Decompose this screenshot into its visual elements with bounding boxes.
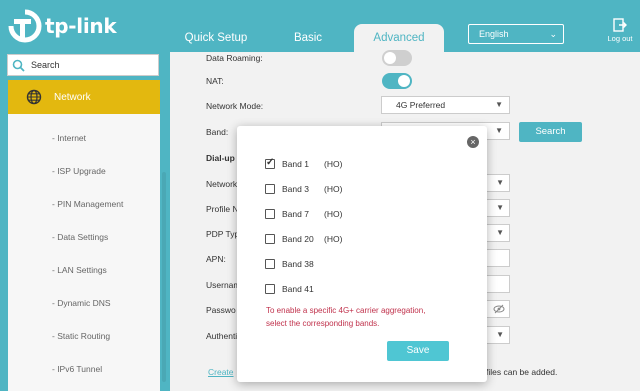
apn-label: APN: xyxy=(206,254,226,264)
band-search-button[interactable]: Search xyxy=(519,122,582,142)
band-option-41[interactable]: Band 41 xyxy=(265,284,324,294)
top-header: tp-link Quick Setup Basic Advanced Engli… xyxy=(0,0,640,52)
band-38-checkbox[interactable] xyxy=(265,259,275,269)
profile-name-label: Profile N xyxy=(206,204,239,214)
sidebar: Search Network - Internet - ISP Upgrade … xyxy=(0,52,170,391)
network-label: Network xyxy=(206,179,238,189)
band-ho-note: (HO) xyxy=(324,209,343,219)
band-selection-dialog: × Band 1 (HO) Band 3 (HO) Band 7 (HO) Ba… xyxy=(237,126,487,382)
chevron-down-icon: ▼ xyxy=(495,100,503,109)
band-ho-note: (HO) xyxy=(324,184,343,194)
chevron-down-icon: ⌄ xyxy=(549,29,557,39)
band-name: Band 7 xyxy=(282,209,309,219)
dialup-section-title: Dial-up xyxy=(206,153,235,163)
sidebar-item-ipv6-tunnel[interactable]: - IPv6 Tunnel xyxy=(52,364,102,374)
network-mode-label: Network Mode: xyxy=(206,101,264,111)
logout-icon xyxy=(613,18,627,32)
sidebar-item-internet[interactable]: - Internet xyxy=(52,133,86,143)
band-20-checkbox[interactable] xyxy=(265,234,275,244)
eye-off-icon[interactable] xyxy=(493,304,505,316)
band-name: Band 1 xyxy=(282,159,309,169)
sidebar-item-data-settings[interactable]: - Data Settings xyxy=(52,232,108,242)
band-7-checkbox[interactable] xyxy=(265,209,275,219)
tab-advanced[interactable]: Advanced xyxy=(354,24,444,52)
sidebar-item-network[interactable]: Network xyxy=(8,80,160,114)
profiles-limit-note: files can be added. xyxy=(486,367,558,377)
password-label: Passwo xyxy=(206,305,236,315)
pdp-type-select[interactable]: ▼ xyxy=(486,224,510,242)
sidebar-scrollbar[interactable] xyxy=(162,172,166,382)
chevron-down-icon: ▼ xyxy=(496,178,504,187)
close-icon[interactable]: × xyxy=(467,136,479,148)
note-line-2: select the corresponding bands. xyxy=(266,319,380,328)
carrier-aggregation-note: To enable a specific 4G+ carrier aggrega… xyxy=(266,304,466,330)
language-value: English xyxy=(479,29,509,39)
authentication-label: Authenti xyxy=(206,331,238,341)
tab-basic[interactable]: Basic xyxy=(286,24,330,52)
network-mode-value: 4G Preferred xyxy=(396,100,446,110)
chevron-down-icon: ▼ xyxy=(496,228,504,237)
band-ho-note: (HO) xyxy=(324,159,343,169)
band-option-3[interactable]: Band 3 (HO) xyxy=(265,184,342,194)
username-label: Usernam xyxy=(206,280,241,290)
network-select[interactable]: ▼ xyxy=(486,174,510,192)
chevron-down-icon: ▼ xyxy=(496,330,504,339)
sidebar-item-dynamic-dns[interactable]: - Dynamic DNS xyxy=(52,298,111,308)
logout-label: Log out xyxy=(607,34,633,43)
pdp-type-label: PDP Typ xyxy=(206,229,240,239)
logout-button[interactable]: Log out xyxy=(602,18,638,43)
data-roaming-label: Data Roaming: xyxy=(206,53,263,63)
band-label: Band: xyxy=(206,127,229,137)
search-placeholder: Search xyxy=(31,60,60,70)
chevron-down-icon: ▼ xyxy=(496,203,504,212)
tab-quick-setup[interactable]: Quick Setup xyxy=(180,24,252,52)
chevron-down-icon: ▼ xyxy=(495,126,503,135)
logo-text: tp-link xyxy=(45,14,117,38)
band-option-7[interactable]: Band 7 (HO) xyxy=(265,209,342,219)
nat-toggle[interactable] xyxy=(382,73,412,89)
band-ho-note: (HO) xyxy=(324,234,343,244)
band-name: Band 41 xyxy=(282,284,314,294)
language-select[interactable]: English ⌄ xyxy=(468,24,564,44)
network-submenu: - Internet - ISP Upgrade - PIN Managemen… xyxy=(8,114,160,391)
band-option-20[interactable]: Band 20 (HO) xyxy=(265,234,342,244)
globe-icon xyxy=(26,89,42,105)
band-option-38[interactable]: Band 38 xyxy=(265,259,324,269)
sidebar-item-pin-management[interactable]: - PIN Management xyxy=(52,199,123,209)
band-41-checkbox[interactable] xyxy=(265,284,275,294)
username-input[interactable] xyxy=(486,275,510,293)
sidebar-item-network-label: Network xyxy=(54,91,91,103)
sidebar-item-isp-upgrade[interactable]: - ISP Upgrade xyxy=(52,166,106,176)
note-line-1: To enable a specific 4G+ carrier aggrega… xyxy=(266,306,426,315)
sidebar-item-static-routing[interactable]: - Static Routing xyxy=(52,331,110,341)
band-name: Band 3 xyxy=(282,184,309,194)
search-icon xyxy=(12,59,25,72)
band-1-checkbox[interactable] xyxy=(265,157,275,169)
create-profile-link[interactable]: Create xyxy=(208,367,234,377)
sidebar-menu: Network - Internet - ISP Upgrade - PIN M… xyxy=(8,80,160,391)
sidebar-item-lan-settings[interactable]: - LAN Settings xyxy=(52,265,107,275)
band-3-checkbox[interactable] xyxy=(265,184,275,194)
nat-label: NAT: xyxy=(206,76,224,86)
band-option-1[interactable]: Band 1 (HO) xyxy=(265,157,343,169)
data-roaming-toggle[interactable] xyxy=(382,50,412,66)
band-name: Band 20 xyxy=(282,234,314,244)
tp-link-logo[interactable]: tp-link xyxy=(8,9,117,43)
apn-input[interactable] xyxy=(486,249,510,267)
sidebar-search-input[interactable]: Search xyxy=(7,54,159,76)
save-button[interactable]: Save xyxy=(387,341,449,361)
tp-link-logo-icon xyxy=(8,9,42,43)
band-name: Band 38 xyxy=(282,259,314,269)
network-mode-select[interactable]: 4G Preferred ▼ xyxy=(381,96,510,114)
profile-select[interactable]: ▼ xyxy=(486,199,510,217)
authentication-select[interactable]: ▼ xyxy=(486,326,510,344)
